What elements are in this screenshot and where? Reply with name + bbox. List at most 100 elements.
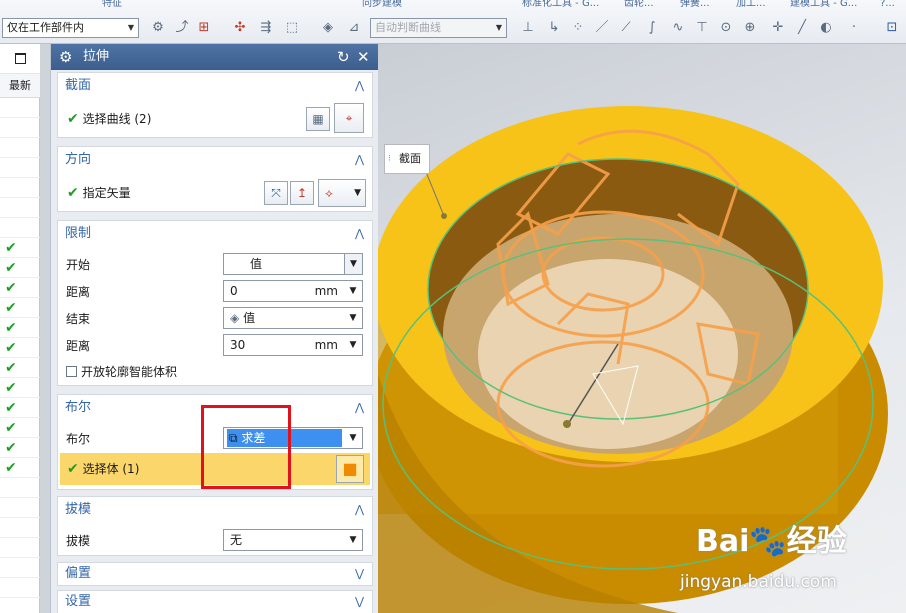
navigator-row[interactable] [0, 538, 40, 558]
intersection-icon[interactable]: ✛ [770, 20, 786, 36]
close-icon[interactable]: ✕ [357, 44, 370, 70]
end-select[interactable]: ◈ 值 ▼ [223, 307, 363, 329]
group-label-sync-modeling[interactable]: 同步建模 [362, 0, 402, 9]
navigator-row[interactable]: ✔ [0, 458, 40, 478]
navigator-row[interactable]: ✔ [0, 318, 40, 338]
on-curve-icon[interactable]: ╱ [794, 20, 810, 36]
navigator-toggle[interactable] [0, 44, 40, 74]
navigator-row[interactable] [0, 598, 40, 613]
navigator-row[interactable]: ✔ [0, 238, 40, 258]
group-label-machining[interactable]: 加工... [736, 0, 766, 9]
snap-icon[interactable]: ⚙ [150, 20, 166, 36]
navigator-row[interactable] [0, 98, 40, 118]
center-icon[interactable]: ⊙ [718, 20, 734, 36]
collapse-icon[interactable]: ⋀ [355, 147, 364, 173]
section-header-settings[interactable]: 设置 ⋁ [58, 591, 372, 613]
navigator-row[interactable] [0, 558, 40, 578]
collapse-icon[interactable]: ⋀ [355, 497, 364, 523]
navigator-row[interactable] [0, 118, 40, 138]
expand-icon[interactable]: ⋁ [355, 563, 364, 585]
arc-icon[interactable]: ∫ [644, 20, 660, 36]
draft-select[interactable]: 无 ▼ [223, 529, 363, 551]
navigator-row[interactable] [0, 218, 40, 238]
endpoint-icon[interactable]: ⊥ [520, 20, 536, 36]
section-header-profile[interactable]: 截面 ⋀ [58, 73, 372, 99]
curve-select-button[interactable]: ⌖ [334, 103, 364, 133]
select-body-cube-icon[interactable]: ■ [336, 455, 364, 483]
face-icon[interactable]: ◐ [818, 20, 834, 36]
select-curve-row[interactable]: ✔ 选择曲线 (2) [67, 111, 151, 127]
vector-type-dropdown[interactable]: ⟡ ▼ [318, 179, 366, 207]
navigator-row[interactable] [0, 478, 40, 498]
navigator-row[interactable]: ✔ [0, 338, 40, 358]
collapse-icon[interactable]: ⋀ [355, 395, 364, 421]
select-plus-icon[interactable]: ⊞ [196, 20, 212, 36]
group-label-feature[interactable]: 特征 [102, 0, 122, 9]
section-header-limits[interactable]: 限制 ⋀ [58, 221, 372, 247]
check-icon: ✔ [67, 111, 79, 127]
navigator-row[interactable] [0, 578, 40, 598]
filter-select[interactable]: 仅在工作部件内 ▼ [2, 18, 139, 38]
reverse-direction-button[interactable]: ⤧ [264, 181, 288, 205]
navigator-row[interactable] [0, 158, 40, 178]
navigator-row[interactable] [0, 178, 40, 198]
group-label-standard-tools[interactable]: 标准化工具 - G... [522, 0, 599, 9]
group-label-gear[interactable]: 齿轮... [624, 0, 654, 9]
navigator-row[interactable]: ✔ [0, 378, 40, 398]
checkbox[interactable] [66, 366, 77, 377]
navigator-row[interactable]: ✔ [0, 358, 40, 378]
distance-start-input[interactable]: 0 mm ▼ [223, 280, 363, 302]
sketch-section-button[interactable]: ▦ [306, 107, 330, 131]
existing-point-icon[interactable]: · [846, 20, 862, 36]
navigator-row[interactable]: ✔ [0, 438, 40, 458]
section-callout[interactable]: ⁝ 截面 [384, 144, 430, 174]
group-label-spring[interactable]: 弹簧... [680, 0, 710, 9]
collapse-icon[interactable]: ⋀ [355, 221, 364, 247]
grid-point-icon[interactable]: ⁘ [570, 20, 586, 36]
navigator-row[interactable] [0, 498, 40, 518]
perpendicular-icon[interactable]: ⊤ [694, 20, 710, 36]
end-label: 结束 [66, 312, 91, 326]
quadrant-icon[interactable]: ⊕ [742, 20, 758, 36]
column-header-latest[interactable]: 最新 [0, 74, 40, 98]
open-profile-option[interactable]: 开放轮廓智能体积 [66, 364, 177, 380]
value-cube-icon: ◈ [230, 311, 240, 325]
navigator-row[interactable]: ✔ [0, 278, 40, 298]
section-header-direction[interactable]: 方向 ⋀ [58, 147, 372, 173]
filter-icon[interactable]: ⤴ [174, 20, 190, 36]
specify-vector-row[interactable]: ✔ 指定矢量 [67, 185, 131, 201]
watermark-url: jingyan.baidu.com [680, 572, 837, 592]
group-label-modeling-tools[interactable]: 建模工具 - G... [790, 0, 857, 9]
part-navigator-strip: 最新 ✔ ✔ ✔ ✔ ✔ ✔ ✔ ✔ ✔ ✔ ✔ ✔ [0, 44, 40, 613]
start-select[interactable]: 值 ▼ [223, 253, 363, 275]
tangent-icon[interactable]: ⟋ [618, 20, 634, 36]
chevron-down-icon: ▼ [349, 313, 357, 323]
navigator-row[interactable]: ✔ [0, 258, 40, 278]
expand-icon[interactable]: ⋁ [355, 591, 364, 613]
navigator-row[interactable]: ✔ [0, 298, 40, 318]
solid-icon[interactable]: ◈ [320, 20, 336, 36]
line-icon[interactable]: ／ [594, 20, 610, 36]
vector-dialog-button[interactable]: ↥ [290, 181, 314, 205]
spline-icon[interactable]: ∿ [670, 20, 686, 36]
curve-icon[interactable]: ⊿ [346, 20, 362, 36]
collapse-icon[interactable]: ⋀ [355, 73, 364, 99]
section-header-draft[interactable]: 拔模 ⋀ [58, 497, 372, 523]
rectangle-select-icon[interactable]: ⬚ [284, 20, 300, 36]
navigator-row[interactable]: ✔ [0, 398, 40, 418]
navigator-row[interactable]: ✔ [0, 418, 40, 438]
midpoint-icon[interactable]: ↳ [546, 20, 562, 36]
zoom-fit-icon[interactable]: ⊡ [884, 20, 900, 36]
gear-icon[interactable]: ⚙ [59, 44, 72, 70]
curve-rule-select[interactable]: 自动判断曲线 ▼ [370, 18, 507, 38]
section-header-offset[interactable]: 偏置 ⋁ [58, 563, 372, 585]
show-icon[interactable]: ⇶ [258, 20, 274, 36]
distance-end-input[interactable]: 30 mm ▼ [223, 334, 363, 356]
reset-icon[interactable]: ↻ [337, 44, 350, 70]
move-icon[interactable]: ✣ [232, 20, 248, 36]
navigator-row[interactable] [0, 138, 40, 158]
group-label-more[interactable]: ?... [880, 0, 895, 9]
baidu-jingyan-logo: Bai🐾经验 [696, 524, 847, 559]
navigator-row[interactable] [0, 198, 40, 218]
navigator-row[interactable] [0, 518, 40, 538]
